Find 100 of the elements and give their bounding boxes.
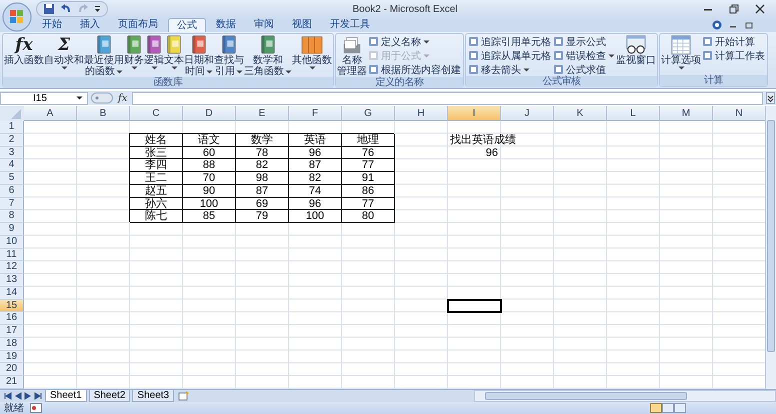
- ribbon-small-button[interactable]: 公式求值: [553, 63, 615, 76]
- row-header[interactable]: 20: [0, 363, 24, 376]
- view-buttons-icon[interactable]: [650, 403, 686, 413]
- row-header[interactable]: 3: [0, 146, 24, 160]
- resize-handle-icon[interactable]: [91, 92, 113, 104]
- column-header[interactable]: L: [607, 106, 660, 121]
- vertical-scrollbar[interactable]: [765, 106, 776, 389]
- column-header[interactable]: N: [713, 106, 766, 121]
- row-header[interactable]: 11: [0, 248, 24, 262]
- ribbon-button[interactable]: Σ 自动求和: [44, 35, 84, 70]
- ribbon-small-button[interactable]: 追踪从属单元格: [468, 49, 551, 62]
- caret-icon: [76, 96, 83, 100]
- table-cell: 69: [236, 198, 289, 210]
- table-cell: 陈七: [130, 210, 183, 223]
- macro-record-icon[interactable]: [30, 403, 42, 413]
- restore-icon[interactable]: [728, 3, 740, 15]
- column-header[interactable]: A: [24, 106, 77, 121]
- sheet-tab[interactable]: Sheet3: [132, 390, 174, 402]
- row-header[interactable]: 15: [0, 300, 24, 312]
- row-header[interactable]: 7: [0, 198, 24, 210]
- ribbon-button[interactable]: 数学和 三角函数: [244, 35, 292, 77]
- close-icon[interactable]: [754, 3, 766, 15]
- ribbon-small-button[interactable]: 根据所选内容创建: [368, 63, 461, 76]
- active-cell[interactable]: [448, 300, 501, 312]
- ribbon-small-button[interactable]: 移去箭头: [468, 63, 551, 76]
- restore-icon[interactable]: [744, 20, 754, 30]
- ribbon-tab[interactable]: 页面布局: [110, 18, 166, 32]
- table-cell: 96: [289, 198, 342, 210]
- formula-input[interactable]: [132, 92, 763, 104]
- column-header[interactable]: B: [77, 106, 130, 121]
- sheet-tab[interactable]: Sheet1: [45, 390, 87, 402]
- column-header[interactable]: M: [660, 106, 713, 121]
- column-header[interactable]: I: [448, 106, 501, 121]
- column-header[interactable]: E: [236, 106, 289, 121]
- customize-caret-icon[interactable]: [94, 5, 101, 13]
- table-cell: 60: [183, 146, 236, 160]
- ribbon-button[interactable]: 其他函数: [292, 35, 332, 70]
- horizontal-scrollbar[interactable]: [474, 390, 776, 402]
- column-header[interactable]: K: [554, 106, 607, 121]
- ribbon-small-button[interactable]: 追踪引用单元格: [468, 35, 551, 48]
- name-box[interactable]: I15: [0, 92, 88, 104]
- ribbon-small-button[interactable]: 定义名称: [368, 35, 461, 48]
- row-header[interactable]: 8: [0, 210, 24, 223]
- column-header[interactable]: F: [289, 106, 342, 121]
- column-header[interactable]: C: [130, 106, 183, 121]
- help-icon[interactable]: [712, 20, 722, 30]
- expand-icon[interactable]: [766, 92, 775, 104]
- ribbon-tab[interactable]: 数据: [208, 18, 244, 32]
- row-header[interactable]: 16: [0, 312, 24, 325]
- row-header[interactable]: 18: [0, 338, 24, 350]
- ribbon-button[interactable]: 计算选项: [661, 35, 701, 70]
- row-header[interactable]: 2: [0, 134, 24, 146]
- ribbon-button[interactable]: 监视窗口: [616, 35, 656, 66]
- insert-function-button[interactable]: fx: [116, 92, 130, 104]
- ribbon-tab[interactable]: 开发工具: [322, 18, 378, 32]
- ribbon-button[interactable]: 查找与 引用: [214, 35, 244, 77]
- column-header[interactable]: G: [342, 106, 395, 121]
- row-header[interactable]: 12: [0, 261, 24, 274]
- undo-icon[interactable]: [60, 3, 72, 15]
- ribbon-tab[interactable]: 公式: [168, 18, 206, 32]
- cell-text: 找出英语成绩: [450, 134, 516, 146]
- ribbon-button[interactable]: 名称 管理器: [337, 35, 367, 77]
- sheet-navigation-icon[interactable]: [3, 392, 43, 400]
- sheet-tab[interactable]: Sheet2: [88, 390, 130, 402]
- ribbon-tab[interactable]: 审阅: [246, 18, 282, 32]
- row-header[interactable]: 5: [0, 172, 24, 185]
- row-header[interactable]: 6: [0, 184, 24, 198]
- ribbon-button[interactable]: 财务: [124, 35, 144, 70]
- ribbon-tab[interactable]: 插入: [72, 18, 108, 32]
- ribbon-tab[interactable]: 视图: [284, 18, 320, 32]
- column-header[interactable]: J: [501, 106, 554, 121]
- ribbon-button[interactable]: 文本: [164, 35, 184, 70]
- row-header[interactable]: 10: [0, 236, 24, 248]
- function-icon: Σ: [58, 35, 70, 55]
- ribbon-small-button[interactable]: 计算工作表: [702, 49, 765, 62]
- ribbon-small-button[interactable]: 显示公式: [553, 35, 615, 48]
- ribbon-button[interactable]: 逻辑: [144, 35, 164, 70]
- save-icon[interactable]: [43, 3, 55, 15]
- table-cell: 88: [183, 159, 236, 172]
- ribbon-tab[interactable]: 开始: [34, 18, 70, 32]
- row-header[interactable]: 1: [0, 121, 24, 134]
- ribbon-button[interactable]: fx 插入函数: [4, 35, 44, 66]
- ribbon-button[interactable]: 最近使用 的函数: [84, 35, 124, 77]
- row-header[interactable]: 17: [0, 325, 24, 338]
- column-header[interactable]: H: [395, 106, 448, 121]
- tool-icon: [553, 36, 564, 47]
- row-header[interactable]: 9: [0, 223, 24, 236]
- group-label: 公式审核: [466, 76, 657, 87]
- row-header[interactable]: 13: [0, 274, 24, 287]
- row-header[interactable]: 4: [0, 159, 24, 172]
- row-header[interactable]: 14: [0, 286, 24, 300]
- column-header[interactable]: D: [183, 106, 236, 121]
- group-label: 计算: [660, 75, 767, 86]
- card-file-icon: [341, 35, 363, 55]
- ribbon-button[interactable]: 日期和 时间: [184, 35, 214, 77]
- row-header[interactable]: 19: [0, 350, 24, 364]
- ribbon-small-button[interactable]: 错误检查: [553, 49, 615, 62]
- ribbon-small-button[interactable]: 开始计算: [702, 35, 765, 48]
- row-header[interactable]: 21: [0, 376, 24, 389]
- table-cell: 87: [236, 184, 289, 198]
